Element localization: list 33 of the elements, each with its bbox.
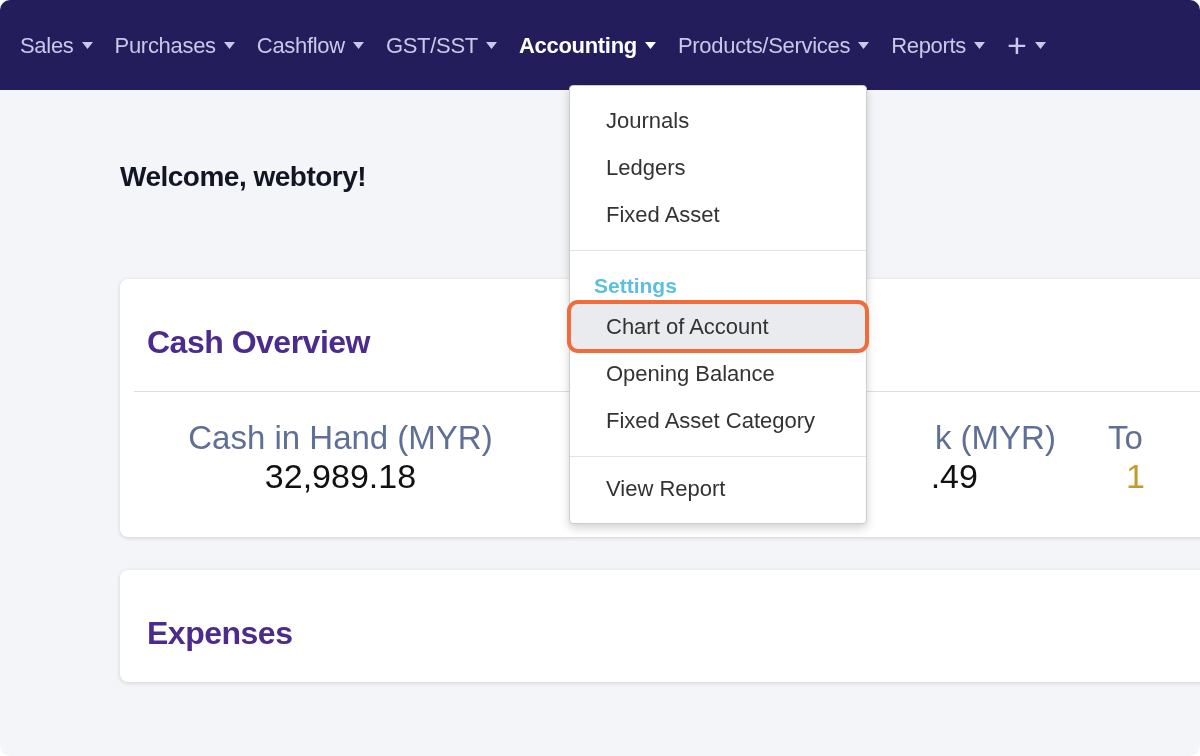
stat-value: 32,989.18	[264, 456, 417, 498]
caret-icon	[974, 41, 986, 49]
dropdown-item[interactable]: Opening Balance	[570, 350, 866, 397]
caret-icon	[223, 41, 235, 49]
stat-label: To	[1107, 420, 1143, 457]
card-title: Expenses	[147, 614, 293, 653]
dropdown-item[interactable]: Fixed Asset	[570, 191, 866, 238]
caret-icon	[485, 41, 497, 49]
stat-label: Cash in Hand (MYR)	[188, 420, 493, 457]
dropdown-item[interactable]: Fixed Asset Category	[570, 397, 866, 444]
nav-menu-item[interactable]: +	[1007, 28, 1046, 62]
dropdown-item[interactable]: Chart of Account	[570, 303, 866, 350]
dropdown-item[interactable]: Ledgers	[570, 144, 866, 191]
dropdown-item[interactable]: Journals	[570, 97, 866, 144]
nav-menu-item[interactable]: Cashflow	[256, 28, 364, 62]
nav-menu-item[interactable]: Purchases	[114, 28, 235, 62]
caret-icon	[858, 41, 870, 49]
caret-icon	[644, 41, 656, 49]
stat-value: .49	[930, 456, 978, 498]
caret-icon	[81, 41, 93, 49]
caret-icon	[1034, 41, 1046, 49]
nav-menu-item[interactable]: Products/Services	[677, 28, 870, 62]
nav-menu-item[interactable]: Reports	[891, 28, 986, 62]
stat-value: 1	[1125, 456, 1145, 498]
caret-icon	[352, 41, 364, 49]
nav-menu-item[interactable]: Sales	[20, 28, 93, 62]
dropdown-item[interactable]: View Report	[570, 465, 866, 512]
welcome-heading: Welcome, webtory!	[120, 160, 367, 194]
nav-menu-item[interactable]: GST/SST	[385, 28, 497, 62]
stat-label: k (MYR)	[934, 420, 1056, 457]
card-title: Cash Overview	[147, 322, 370, 361]
nav-menu-item[interactable]: Accounting	[518, 28, 656, 62]
dropdown-header: Settings	[593, 273, 678, 299]
